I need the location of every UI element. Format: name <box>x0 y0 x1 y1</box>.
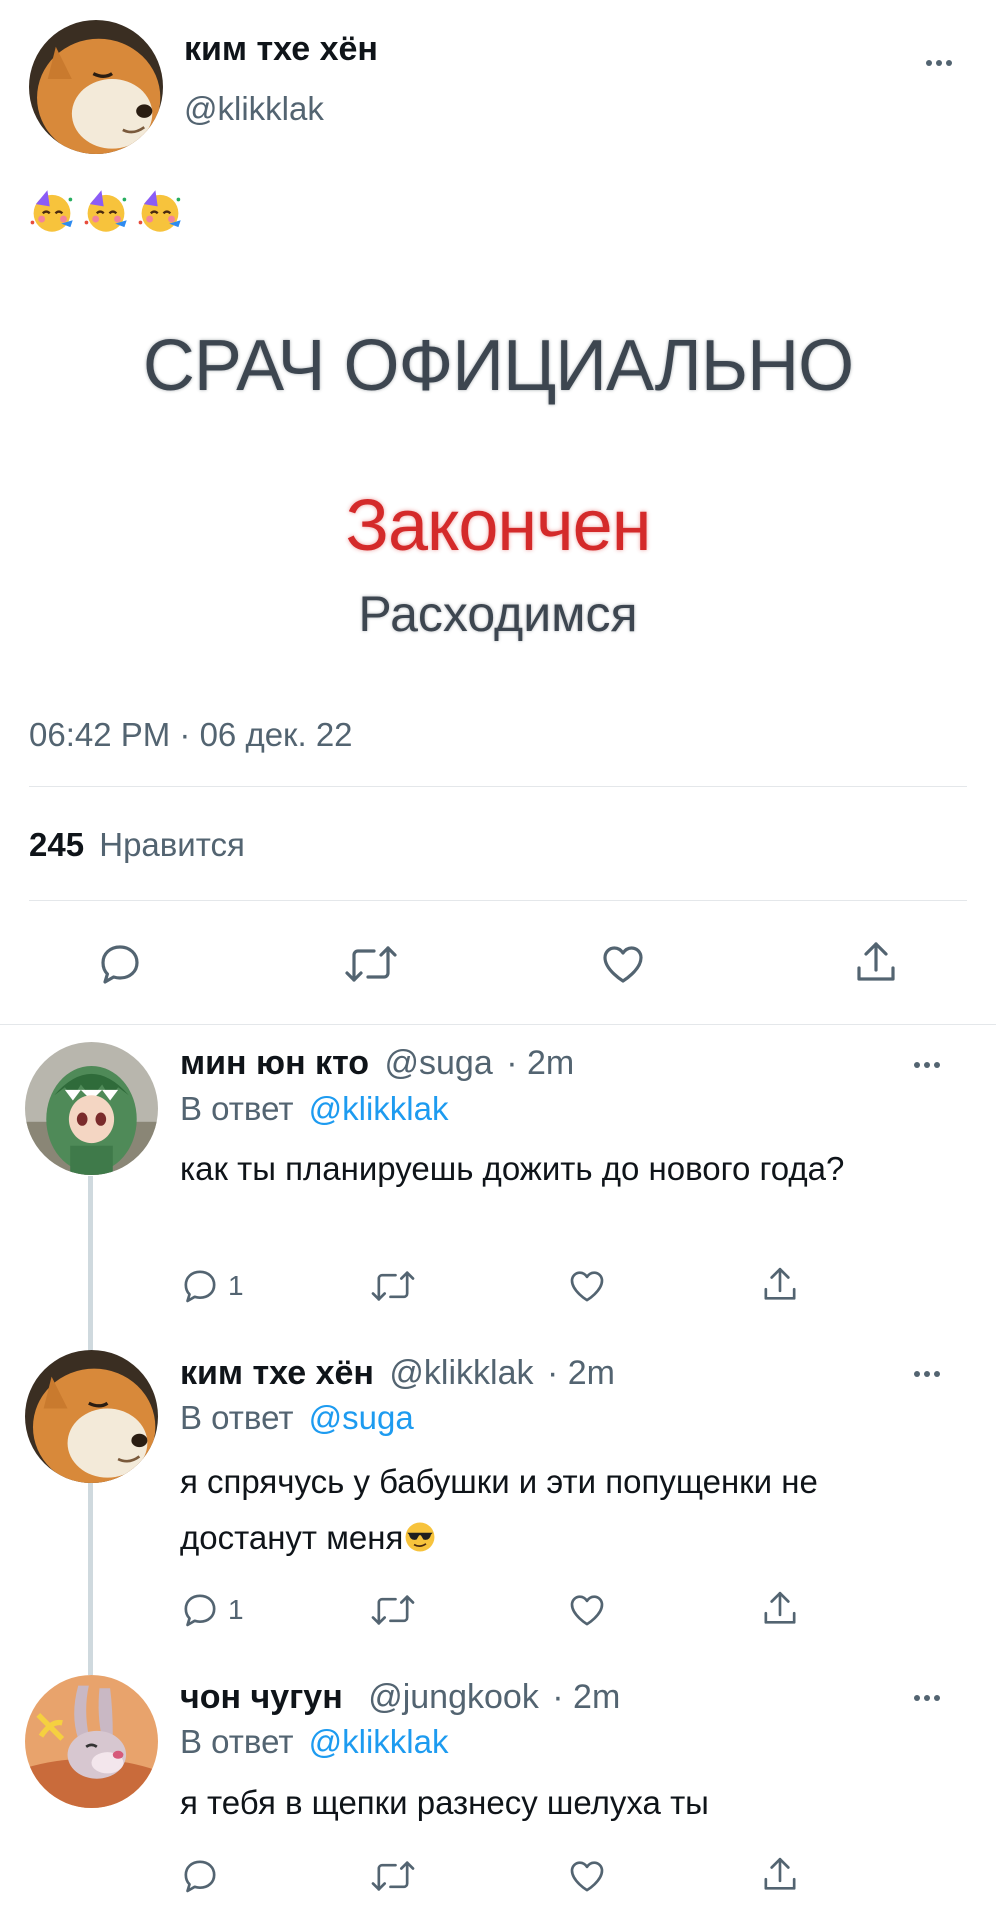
image-subline: Расходимся <box>358 586 638 642</box>
reply-icon <box>101 945 139 984</box>
divider <box>29 786 967 787</box>
likes-count: 245 <box>29 826 85 863</box>
reply-button[interactable]: 1 <box>180 1266 244 1306</box>
reply-display-name[interactable]: мин юн кто <box>180 1044 369 1082</box>
reply-icon <box>184 1860 216 1893</box>
more-icon[interactable] <box>926 60 952 66</box>
author-handle[interactable]: @klikklak <box>184 90 324 128</box>
reply-text-wrap: я спрячусь у бабушки и эти попущенки не … <box>180 1454 920 1566</box>
reply-button[interactable] <box>96 940 144 988</box>
reply-text: как ты планируешь дожить до нового года? <box>180 1150 845 1187</box>
reply-time[interactable]: · 2m <box>552 1678 620 1716</box>
reply-display-name[interactable]: чон чугун <box>180 1678 343 1716</box>
like-icon <box>570 1271 604 1302</box>
partying-face-emoji <box>138 190 181 232</box>
reply-header: ким тхе хён @klikklak · 2m <box>180 1354 615 1393</box>
author-avatar[interactable] <box>29 20 163 154</box>
retweet-button[interactable] <box>370 1856 416 1896</box>
reply-icon <box>184 1270 216 1303</box>
retweet-button[interactable] <box>370 1266 416 1306</box>
like-button[interactable] <box>566 1266 608 1306</box>
reply-button[interactable]: 1 <box>180 1590 244 1630</box>
share-button[interactable] <box>852 938 900 988</box>
like-icon <box>603 946 643 983</box>
partying-face-emoji <box>30 190 73 232</box>
tweet-timestamp[interactable]: 06:42 PM · 06 дек. 22 <box>29 716 353 754</box>
reply-handle[interactable]: @suga <box>385 1044 493 1082</box>
reply-count: 1 <box>228 1594 244 1625</box>
more-icon[interactable] <box>914 1062 940 1068</box>
reply-mention[interactable]: @klikklak <box>309 1090 449 1127</box>
reply-display-name[interactable]: ким тхе хён <box>180 1354 374 1392</box>
reply-count: 1 <box>228 1270 244 1301</box>
share-button[interactable] <box>760 1264 800 1306</box>
reply-context: В ответ @suga <box>180 1399 414 1437</box>
more-icon[interactable] <box>914 1371 940 1377</box>
reply-avatar[interactable] <box>25 1042 158 1175</box>
divider <box>0 1024 996 1025</box>
reply-handle[interactable]: @klikklak <box>389 1354 533 1392</box>
reply-mention[interactable]: @klikklak <box>309 1723 449 1760</box>
share-icon <box>857 942 895 981</box>
reply-time[interactable]: · 2m <box>547 1354 615 1392</box>
reply-avatar[interactable] <box>25 1350 158 1483</box>
reply-prefix: В ответ <box>180 1399 294 1436</box>
like-button[interactable] <box>566 1856 608 1896</box>
reply-context: В ответ @klikklak <box>180 1723 449 1761</box>
retweet-button[interactable] <box>344 940 398 988</box>
share-button[interactable] <box>760 1588 800 1630</box>
partying-face-emoji <box>84 190 127 232</box>
reply-button[interactable] <box>180 1856 220 1896</box>
reply-time[interactable]: · 2m <box>506 1044 574 1082</box>
reply-prefix: В ответ <box>180 1723 294 1760</box>
image-red-word: Закончен <box>345 486 652 566</box>
reply-icon <box>184 1594 216 1627</box>
tweet-emoji-row <box>29 188 183 234</box>
retweet-icon <box>345 946 397 982</box>
author-display-name[interactable]: ким тхе хён <box>184 30 378 69</box>
retweet-icon <box>371 1595 415 1625</box>
reply-text: я спрячусь у бабушки и эти попущенки не … <box>180 1463 818 1556</box>
share-icon <box>764 1591 796 1624</box>
share-icon <box>764 1857 796 1890</box>
share-button[interactable] <box>760 1854 800 1896</box>
tweet-image[interactable]: СРАЧ ОФИЦИАЛЬНО Закончен Расходимся <box>29 245 967 685</box>
reply-context: В ответ @klikklak <box>180 1090 449 1128</box>
reply-text: я тебя в щепки разнесу шелуха ты <box>180 1784 709 1821</box>
like-icon <box>570 1861 604 1892</box>
retweet-button[interactable] <box>370 1590 416 1630</box>
reply-handle[interactable]: @jungkook <box>368 1678 539 1716</box>
share-icon <box>764 1267 796 1300</box>
like-button[interactable] <box>566 1590 608 1630</box>
retweet-icon <box>371 1861 415 1891</box>
likes-label: Нравится <box>99 826 245 863</box>
reply-avatar[interactable] <box>25 1675 158 1808</box>
reply-mention[interactable]: @suga <box>309 1399 414 1436</box>
like-button[interactable] <box>598 940 648 988</box>
divider <box>29 900 967 901</box>
reply-prefix: В ответ <box>180 1090 294 1127</box>
image-headline: СРАЧ ОФИЦИАЛЬНО <box>142 326 854 406</box>
reply-header: мин юн кто @suga · 2m <box>180 1044 574 1083</box>
like-icon <box>570 1595 604 1626</box>
more-icon[interactable] <box>914 1695 940 1701</box>
sunglasses-emoji <box>405 1522 435 1552</box>
retweet-icon <box>371 1271 415 1301</box>
likes-stat[interactable]: 245 Нравится <box>29 826 245 864</box>
reply-header: чон чугун @jungkook · 2m <box>180 1678 620 1717</box>
